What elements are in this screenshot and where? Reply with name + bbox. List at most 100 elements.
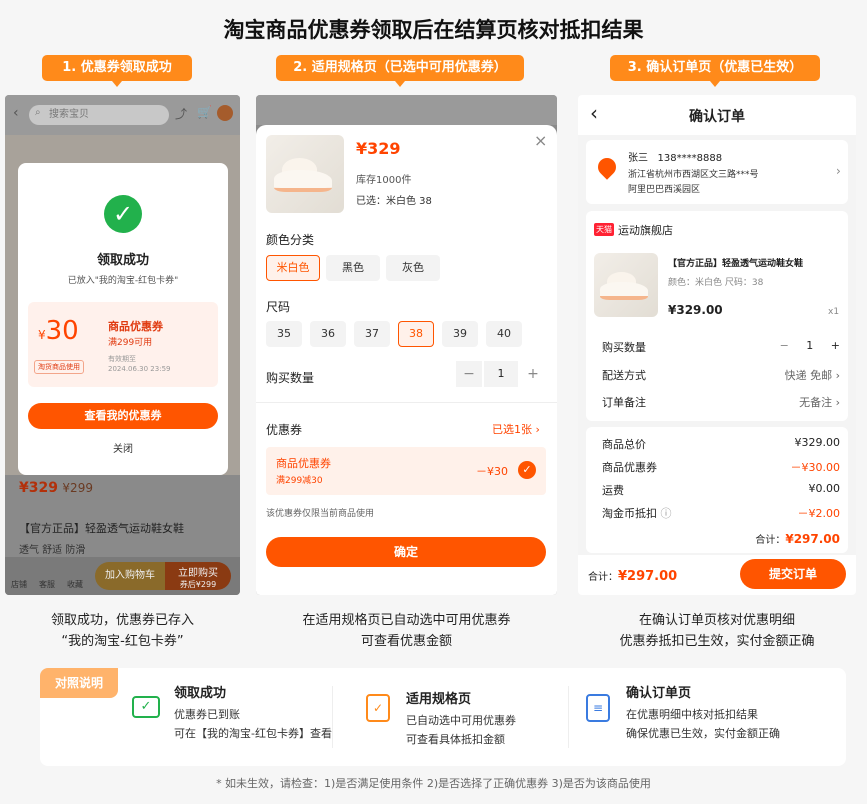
nav-fav[interactable]: 收藏	[67, 579, 83, 590]
coupon-row[interactable]: 商品优惠券 满299减30 －¥30 ✓	[266, 447, 546, 495]
bg-price-after: ¥299	[62, 481, 93, 495]
success-title: 领取成功	[96, 253, 149, 268]
size-option-39[interactable]: 39	[442, 321, 478, 347]
coupon-row-name: 商品优惠券	[276, 457, 331, 470]
search-input[interactable]: 搜索宝贝	[29, 105, 169, 125]
qty-label: 购买数量	[266, 371, 315, 385]
summary-key: 运费	[602, 484, 624, 497]
address-line-1: 浙江省杭州市西湖区文三路***号	[628, 170, 759, 180]
topbar: ‹ 搜索宝贝 ⌕ ⤴ 🛒	[5, 95, 240, 135]
spec-selected: 已选：米白色 38	[356, 196, 432, 207]
view-coupons-button[interactable]: 查看我的优惠券	[28, 403, 218, 429]
caption-3: 在确认订单页核对优惠明细 优惠券抵扣已生效，实付金额正确	[578, 610, 856, 652]
qty-value[interactable]: 1	[484, 361, 518, 387]
coupon-name: 商品优惠券	[108, 320, 163, 333]
back-icon[interactable]: ‹	[13, 105, 19, 121]
color-option-black[interactable]: 黑色	[326, 255, 380, 281]
caption-1: 领取成功，优惠券已存入 “我的淘宝-红包卡券”	[5, 610, 240, 652]
shop-card: 天猫 运动旗舰店 【官方正品】轻盈透气运动鞋女鞋 颜色：米白色 尺码：38 ¥3…	[586, 211, 848, 421]
qty-stepper[interactable]: − 1 +	[780, 339, 840, 355]
caption-3-line: 在确认订单页核对优惠明细	[638, 613, 795, 628]
location-icon	[594, 154, 620, 180]
confirm-button[interactable]: 确定	[266, 537, 546, 567]
size-option-37[interactable]: 37	[354, 321, 390, 347]
address-card[interactable]: 张三 138****8888 浙江省杭州市西湖区文三路***号 阿里巴巴西溪园区…	[586, 140, 848, 204]
tmall-badge: 天猫	[594, 223, 614, 236]
qty-plus-button[interactable]: +	[520, 361, 546, 387]
cart-icon[interactable]: 🛒	[197, 105, 212, 119]
footnote: * 如未生效，请检查：1)是否满足使用条件 2)是否选择了正确优惠券 3)是否为…	[216, 777, 651, 790]
legend-divider	[332, 686, 333, 748]
order-product-spec: 颜色：米白色 尺码：38	[668, 278, 764, 288]
submit-order-button[interactable]: 提交订单	[740, 559, 846, 589]
summary-row: 淘金币抵扣 ⓘ －¥2.00	[602, 505, 840, 521]
legend-heading: 确认订单页	[626, 686, 692, 701]
close-button[interactable]: 关闭	[28, 437, 218, 463]
step-3-arrow	[710, 81, 720, 87]
coupon-amount-value: 30	[45, 316, 79, 346]
order-footer: 合计：¥297.00 提交订单	[578, 555, 856, 595]
spec-stock: 库存1000件	[356, 175, 412, 186]
caption-1-line: “我的淘宝-红包卡券”	[61, 634, 184, 649]
legend-line: 可在【我的淘宝-红包卡券】查看	[174, 727, 332, 740]
clipboard-check-icon: ✓	[366, 694, 390, 722]
legend-line: 优惠券已到账	[174, 708, 240, 721]
coupon-cond: 满299可用	[108, 338, 153, 348]
panel-confirm-order: ‹ 确认订单 张三 138****8888 浙江省杭州市西湖区文三路***号 阿…	[578, 95, 856, 595]
coupon-selected-link[interactable]: 已选1张 ›	[492, 421, 540, 437]
footer-total-value: ¥297.00	[618, 569, 678, 584]
legend-line: 确保优惠已生效，实付金额正确	[626, 727, 780, 740]
add-cart-button[interactable]: 加入购物车	[95, 562, 165, 590]
caption-1-line: 领取成功，优惠券已存入	[50, 613, 194, 628]
legend-line: 已自动选中可用优惠券	[406, 714, 516, 727]
summary-value: －¥30.00	[790, 461, 841, 474]
shipping-row[interactable]: 配送方式 快递 免邮 ›	[602, 367, 840, 383]
summary-total: 合计：¥297.00	[755, 531, 840, 546]
panel-spec-select: ¥329 库存1000件 已选：米白色 38 × 颜色分类 米白色 黑色 灰色 …	[256, 95, 557, 595]
color-option-offwhite[interactable]: 米白色	[266, 255, 320, 281]
panel-coupon-success: ‹ 搜索宝贝 ⌕ ⤴ 🛒 ¥329 ¥299 【官方正品】轻盈透气运动鞋女鞋 透…	[5, 95, 240, 595]
legend-item-2: ✓ 适用规格页 已自动选中可用优惠券 可查看具体抵扣金额	[366, 680, 566, 754]
caption-2-line: 可查看优惠金额	[360, 634, 452, 649]
order-product-thumb	[594, 253, 658, 317]
summary-total-value: ¥297.00	[785, 532, 840, 546]
coupon-check-icon: ✓	[132, 696, 160, 718]
summary-value: －¥2.00	[797, 507, 841, 520]
legend-item-1: ✓ 领取成功优惠券已到账可在【我的淘宝-红包卡券】查看	[132, 680, 332, 754]
info-icon[interactable]: ⓘ	[661, 507, 672, 520]
chevron-right-icon: ›	[836, 164, 841, 178]
summary-row: 商品优惠券 －¥30.00	[602, 459, 840, 475]
coupon-row-cond: 满299减30	[276, 476, 323, 486]
qty-minus[interactable]: −	[780, 339, 789, 352]
more-icon[interactable]	[217, 105, 233, 121]
size-option-40[interactable]: 40	[486, 321, 522, 347]
buy-now-button[interactable]: 立即购买 券后¥299	[165, 562, 231, 590]
recipient-name: 张三	[628, 153, 648, 164]
address-line-2: 阿里巴巴西溪园区	[628, 185, 701, 195]
success-check-icon: ✓	[104, 195, 142, 233]
size-option-38[interactable]: 38	[398, 321, 434, 347]
bg-price-value: ¥329	[19, 480, 58, 496]
remark-row[interactable]: 订单备注 无备注 ›	[602, 394, 840, 410]
size-option-35[interactable]: 35	[266, 321, 302, 347]
search-icon: ⌕	[35, 107, 41, 118]
summary-key: 商品优惠券	[602, 461, 657, 474]
qty-minus-button[interactable]: −	[456, 361, 482, 387]
legend-box: 对照说明 ✓ 领取成功 优惠券已到账 可在【我的淘宝-红包卡券】查看 ✓ 适用规格页…	[40, 668, 846, 766]
summary-key: 淘金币抵扣	[602, 507, 657, 520]
nav-shop[interactable]: 店铺	[11, 579, 27, 590]
share-icon[interactable]: ⤴	[175, 105, 187, 122]
close-icon[interactable]: ×	[534, 131, 547, 150]
step-1-arrow	[112, 81, 122, 87]
color-option-gray[interactable]: 灰色	[386, 255, 440, 281]
caption-2-line: 在适用规格页已自动选中可用优惠券	[302, 613, 511, 628]
summary-key: 商品总价	[602, 438, 646, 451]
check-icon[interactable]: ✓	[518, 461, 536, 479]
qty-row: 购买数量 − 1 +	[602, 339, 840, 355]
nav-service[interactable]: 客服	[39, 579, 55, 590]
legend-heading: 领取成功	[174, 686, 227, 701]
size-option-36[interactable]: 36	[310, 321, 346, 347]
product-thumb	[266, 135, 344, 213]
legend-line: 可查看具体抵扣金额	[406, 733, 505, 746]
qty-plus[interactable]: +	[831, 339, 840, 352]
